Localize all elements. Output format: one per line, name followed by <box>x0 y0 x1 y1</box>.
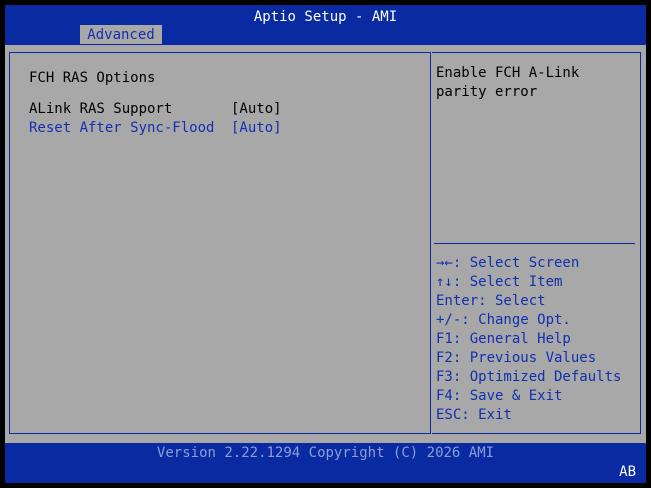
setting-label: Reset After Sync-Flood <box>29 120 215 136</box>
key-hint-select-item: ↑↓: Select Item <box>436 274 563 290</box>
key-hint-change-opt: +/-: Change Opt. <box>436 312 571 328</box>
key-hint-f2: F2: Previous Values <box>436 350 597 366</box>
setting-alink-ras-support[interactable]: ALink RAS Support [Auto] <box>29 100 419 119</box>
key-legend: →←: Select Screen ↑↓: Select Item Enter:… <box>436 254 621 425</box>
tab-advanced[interactable]: Advanced <box>80 25 162 44</box>
key-hint-select-screen: →←: Select Screen <box>436 255 580 271</box>
help-text: Enable FCH A-Link parity error <box>436 65 580 100</box>
key-hint-esc: ESC: Exit <box>436 407 512 423</box>
key-hint-f4: F4: Save & Exit <box>436 388 563 404</box>
key-hint-f3: F3: Optimized Defaults <box>436 369 622 385</box>
bios-window: Aptio Setup - AMI Advanced FCH RAS Optio… <box>5 5 646 483</box>
help-panel: Enable FCH A-Link parity error →←: Selec… <box>432 52 641 434</box>
section-title: FCH RAS Options <box>29 70 156 86</box>
key-hint-enter: Enter: Select <box>436 293 546 309</box>
window-title: Aptio Setup - AMI <box>253 9 398 25</box>
setting-value[interactable]: [Auto] <box>231 100 282 119</box>
key-hint-f1: F1: General Help <box>436 331 571 347</box>
version-footer: Version 2.22.1294 Copyright (C) 2026 AMI <box>156 445 495 461</box>
settings-panel: FCH RAS Options ALink RAS Support [Auto]… <box>9 52 431 434</box>
footer-badge: AB <box>619 464 636 480</box>
setting-reset-after-sync-flood[interactable]: Reset After Sync-Flood [Auto] <box>29 119 419 138</box>
main-area: FCH RAS Options ALink RAS Support [Auto]… <box>5 45 646 443</box>
setting-value[interactable]: [Auto] <box>231 119 282 138</box>
help-divider <box>434 243 635 244</box>
setting-label: ALink RAS Support <box>29 101 173 117</box>
